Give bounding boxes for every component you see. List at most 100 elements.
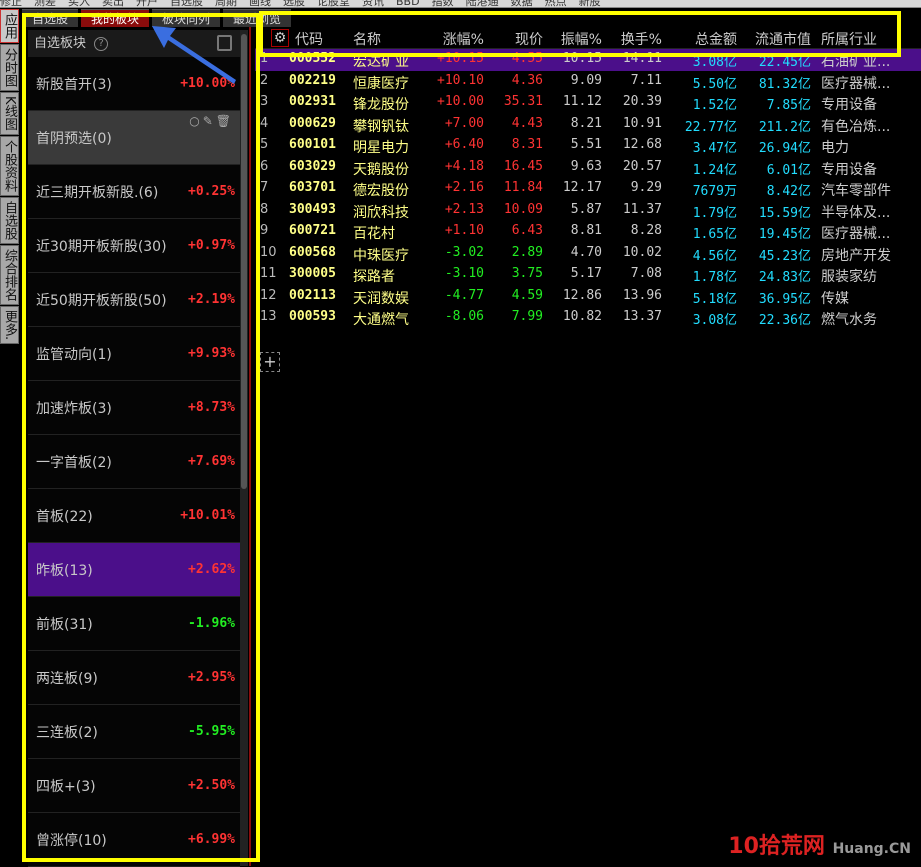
table-row[interactable]: 9 600721 百花村 +1.10 6.43 8.81 8.28 1.65亿 19.45亿 医疗…	[255, 221, 921, 243]
panel-title: 自选板块	[34, 36, 87, 51]
cell-amp: 8.81	[570, 223, 602, 238]
cell-ind: 专用设备	[821, 97, 877, 113]
toolbar-item[interactable]: 指数	[432, 0, 454, 7]
cell-cap: 36.95亿	[758, 291, 811, 307]
toolbar-item[interactable]: 修正	[0, 0, 22, 7]
vtab-0[interactable]: 应用	[0, 9, 19, 43]
toolbar-item[interactable]: 论股堂	[317, 0, 350, 7]
table-row[interactable]: 11 300005 探路者 -3.10 3.75 5.17 7.08 1.78亿 24.83亿服…	[255, 264, 921, 286]
block-name: 监管动向(1)	[36, 346, 112, 363]
add-stock-button[interactable]: +	[260, 352, 280, 372]
column-header[interactable]: 名称	[353, 29, 381, 49]
column-header[interactable]: 现价	[515, 29, 543, 49]
cell-amt: 7679万	[692, 184, 737, 199]
toolbar-item[interactable]: BBD	[396, 0, 420, 7]
table-row[interactable]: 5 600101 明星电力 +6.40 8.31 5.51 12.68 3.47亿 26.94亿…	[255, 135, 921, 157]
vtab-6[interactable]: 更多.	[0, 305, 19, 344]
table-row[interactable]: 7 603701 德宏股份 +2.16 11.84 12.17 9.29 7679万 8.42亿…	[255, 178, 921, 200]
block-tools-icon[interactable]: ○✎🗑	[189, 114, 234, 128]
cell-amt: 22.77亿	[684, 119, 737, 135]
toolbar-item[interactable]: 资讯	[362, 0, 384, 7]
toolbar-item[interactable]: 开户	[136, 0, 158, 7]
vtab-3[interactable]: 个股资料	[0, 135, 19, 196]
cell-turn: 14.11	[622, 51, 662, 66]
vtab-1[interactable]: 分时图	[0, 44, 19, 91]
cell-idx: 1	[260, 51, 269, 66]
cell-cap: 6.01亿	[766, 162, 811, 178]
column-header[interactable]: 所属行业	[821, 29, 877, 49]
block-change: +9.93%	[188, 346, 235, 361]
vtab-4[interactable]: 自选股	[0, 196, 19, 244]
block-change: +2.50%	[188, 778, 235, 793]
table-row[interactable]: 13 000593 大通燃气 -8.06 7.99 10.82 13.37 3.08亿 22.3…	[255, 307, 921, 329]
toolbar-item[interactable]: 买入	[68, 0, 90, 7]
block-item[interactable]: 加速炸板(3) +8.73%	[28, 381, 240, 435]
cell-chg: +6.40	[444, 137, 484, 152]
cell-amp: 12.86	[562, 287, 602, 303]
column-header[interactable]: 换手%	[621, 29, 662, 49]
block-item[interactable]: 两连板(9) +2.95%	[28, 651, 240, 705]
toolbar-item[interactable]: 选股	[283, 0, 305, 7]
table-row[interactable]: 12 002113 天润数娱 -4.77 4.59 12.86 13.96 5.18亿 36.9…	[255, 286, 921, 308]
cell-idx: 10	[260, 244, 277, 260]
block-change: +8.73%	[188, 400, 235, 415]
column-header[interactable]: 涨幅%	[443, 29, 484, 49]
toolbar-item[interactable]: 热点	[545, 0, 567, 7]
toolbar-item[interactable]: 陆港通	[466, 0, 499, 7]
cell-cap: 24.83亿	[758, 270, 811, 285]
block-item[interactable]: 昨板(13) +2.62%	[28, 543, 240, 597]
block-item[interactable]: 曾涨停(10) +6.99%	[28, 813, 240, 867]
toolbar-item[interactable]: 新股	[579, 0, 601, 7]
column-header[interactable]: 振幅%	[561, 29, 602, 49]
toolbar-item[interactable]: 测差	[34, 0, 56, 7]
column-header[interactable]: 总金额	[695, 29, 737, 49]
table-row[interactable]: 3 002931 锋龙股份 +10.00 35.31 11.12 20.39 1.52亿 7.8…	[255, 92, 921, 114]
panel-scrollbar[interactable]	[240, 30, 248, 866]
block-item[interactable]: 一字首板(2) +7.69%	[28, 435, 240, 489]
block-name: 曾涨停(10)	[36, 832, 107, 849]
tab-0[interactable]: 自选股	[22, 9, 79, 27]
table-row[interactable]: 2 002219 恒康医疗 +10.10 4.36 9.09 7.11 5.50亿 81.32亿…	[255, 71, 921, 93]
cell-code: 603701	[289, 180, 336, 195]
cell-ind: 医疗器械...	[821, 75, 891, 92]
toolbar-item[interactable]: 画线	[249, 0, 271, 7]
block-item[interactable]: 近三期开板新股.(6) +0.25%	[28, 165, 240, 219]
toolbar-item[interactable]: 自选股	[170, 0, 203, 7]
block-item[interactable]: 近50期开板新股(50) +2.19%	[28, 273, 240, 327]
column-header[interactable]: 流通市值	[755, 29, 811, 49]
block-item[interactable]: 前板(31) -1.96%	[28, 597, 240, 651]
table-row[interactable]: 6 603029 天鹅股份 +4.18 16.45 9.63 20.57 1.24亿 6.01亿…	[255, 157, 921, 179]
toolbar-item[interactable]: 周期	[215, 0, 237, 7]
cell-name: 锋龙股份	[353, 97, 409, 113]
cell-cap: 81.32亿	[758, 76, 811, 92]
block-name: 加速炸板(3)	[36, 400, 112, 417]
help-icon[interactable]: ?	[94, 36, 109, 51]
toolbar-item[interactable]: 卖出	[102, 0, 124, 7]
gear-icon[interactable]: ⚙	[271, 29, 289, 47]
block-item[interactable]: 三连板(2) -5.95%	[28, 705, 240, 759]
cell-name: 德宏股份	[353, 183, 409, 199]
block-item[interactable]: 监管动向(1) +9.93%	[28, 327, 240, 381]
table-row[interactable]: 1 000552 宏达矿业 +10.15 4.55 10.15 14.11 3.08亿 22.4…	[255, 49, 921, 71]
block-name: 近三期开板新股.(6)	[36, 184, 159, 201]
table-row[interactable]: 8 300493 润欣科技 +2.13 10.09 5.87 11.37 1.79亿 15.59…	[255, 200, 921, 222]
block-name: 昨板(13)	[36, 562, 93, 579]
cell-cap: 19.45亿	[758, 227, 811, 242]
cell-amp: 12.17	[562, 180, 602, 195]
block-item[interactable]: 四板+(3) +2.50%	[28, 759, 240, 813]
block-item[interactable]: 近30期开板新股(30) +0.97%	[28, 219, 240, 273]
column-header[interactable]: 代码	[295, 29, 323, 49]
vtab-5[interactable]: 综合排名	[0, 244, 19, 305]
cell-code: 300005	[289, 266, 336, 281]
block-item[interactable]: 首板(22) +10.01%	[28, 489, 240, 543]
vtab-2[interactable]: K线图	[0, 92, 19, 135]
cell-code: 300493	[289, 201, 336, 217]
block-item[interactable]: 首阴预选(0) ○✎🗑	[28, 111, 240, 165]
cell-turn: 9.29	[630, 180, 662, 195]
table-row[interactable]: 10 600568 中珠医疗 -3.02 2.89 4.70 10.02 4.56亿 45.23…	[255, 243, 921, 265]
cell-price: 4.55	[511, 51, 543, 66]
table-row[interactable]: 4 000629 攀钢钒钛 +7.00 4.43 8.21 10.91 22.77亿 211.2…	[255, 114, 921, 136]
scrollbar-thumb[interactable]	[241, 34, 247, 489]
tab-1[interactable]: 我的板块	[81, 9, 150, 27]
toolbar-item[interactable]: 数据	[511, 0, 533, 7]
